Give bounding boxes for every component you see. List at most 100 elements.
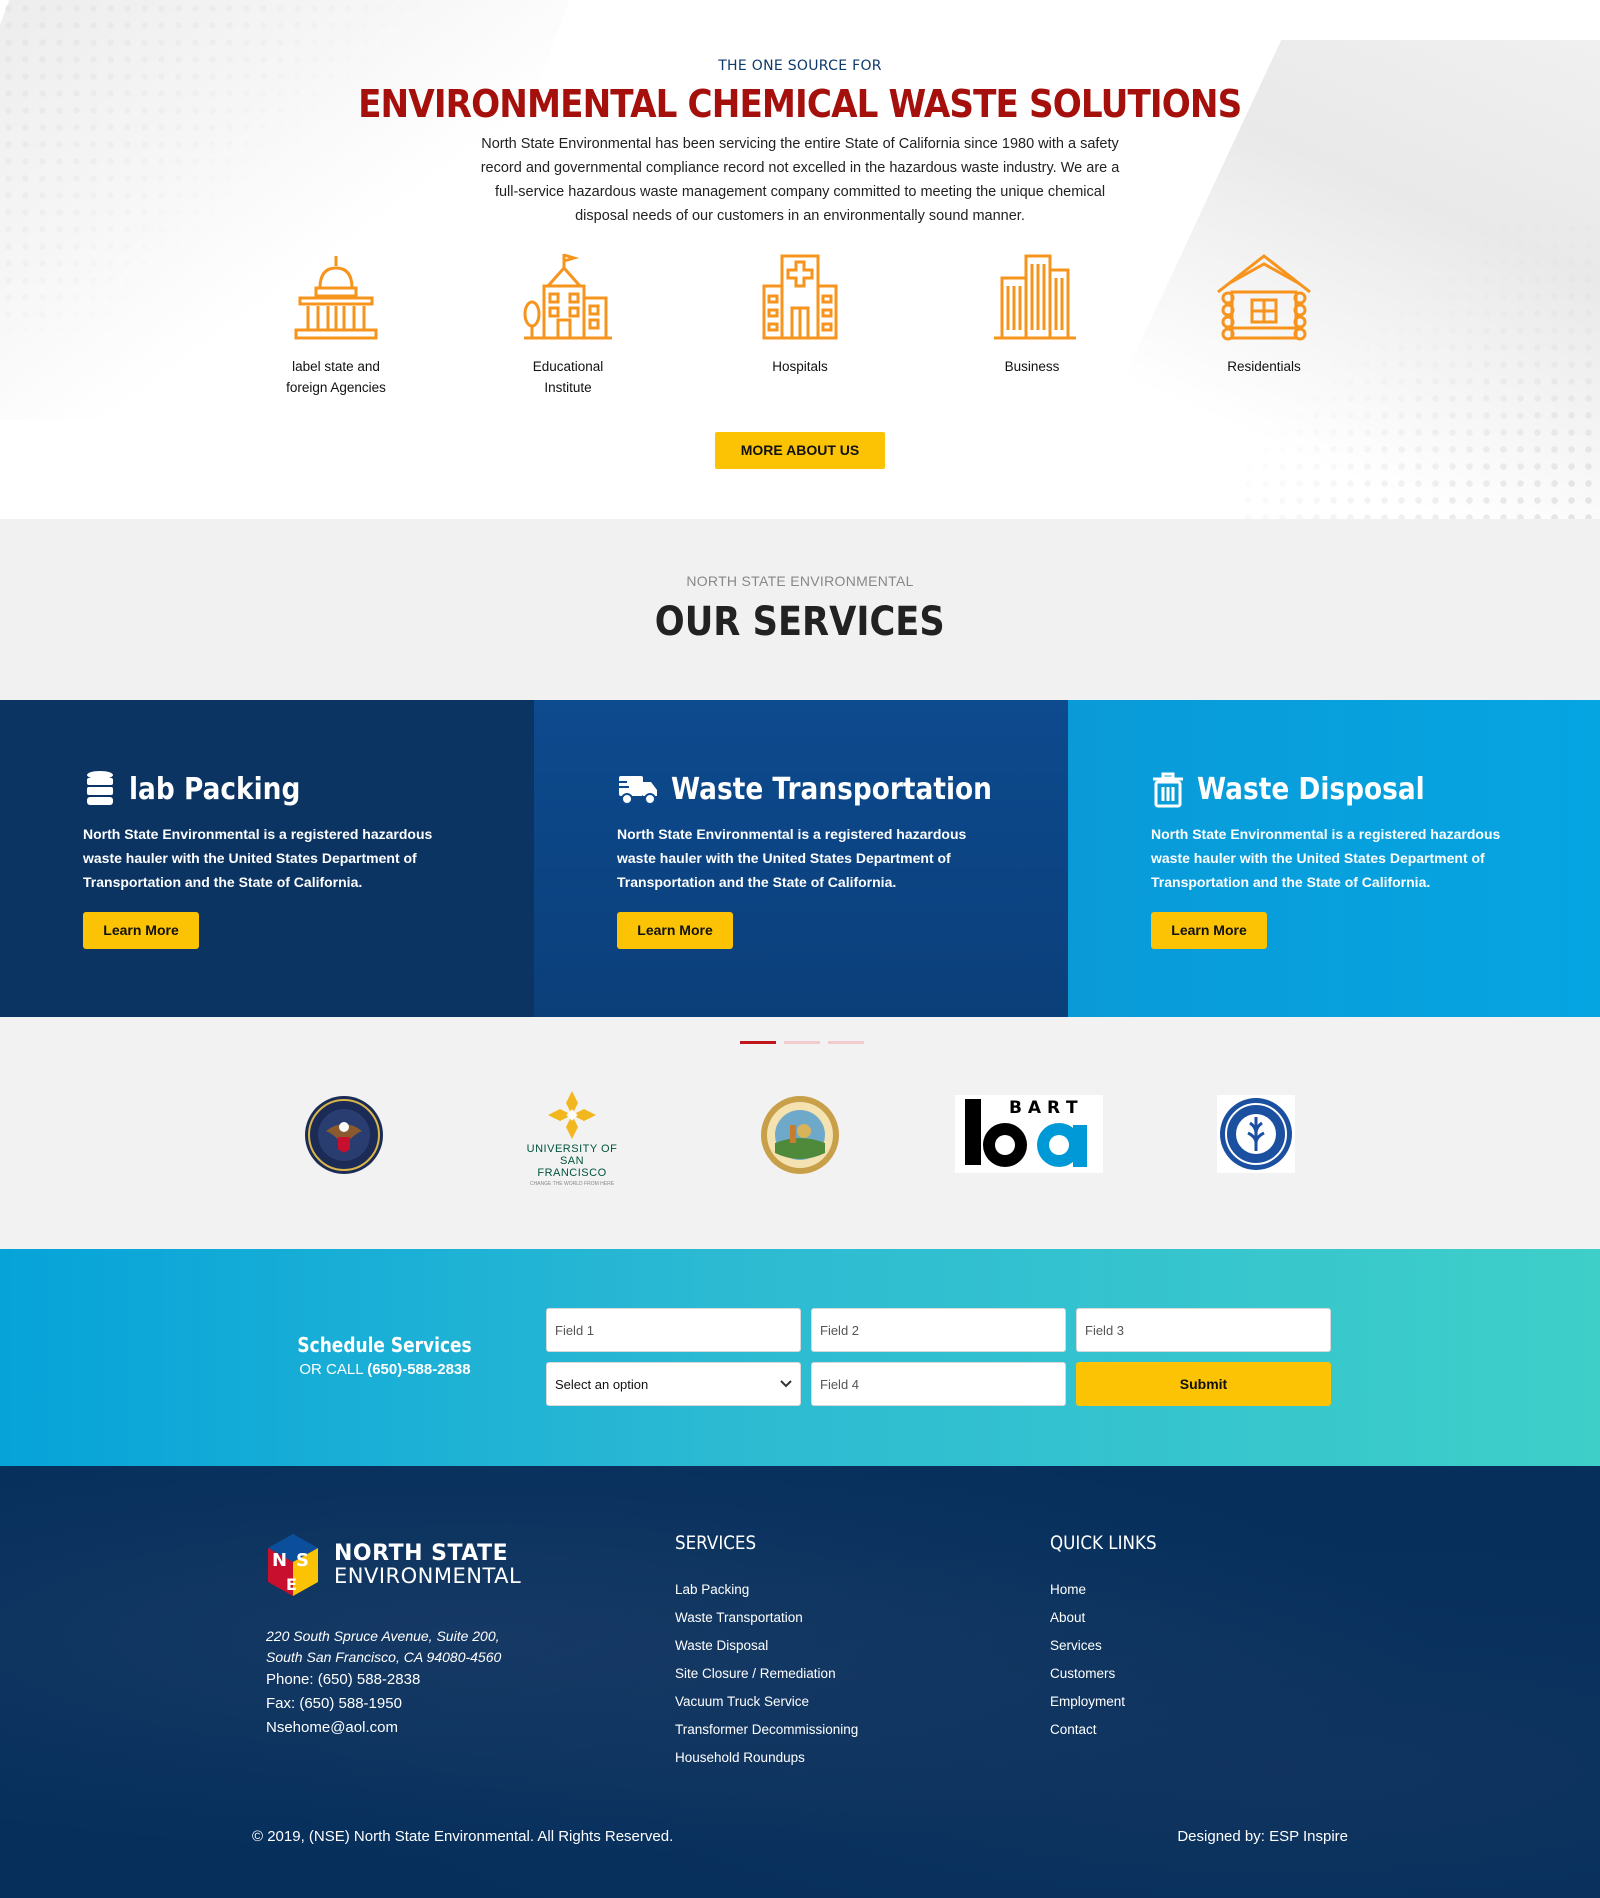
nse-hexagon-logo: N S E [268, 1534, 318, 1596]
footer-brand: N S E NORTH STATE ENVIRONMENTAL 220 Sout… [266, 1532, 521, 1740]
service-card-text: North State Environmental is a registere… [1151, 826, 1501, 890]
svg-text:S: S [296, 1550, 309, 1571]
service-card-title: Waste Disposal [1197, 771, 1425, 807]
service-card-title: Waste Transportation [671, 771, 992, 807]
field-4-input[interactable]: Field 4 [811, 1362, 1066, 1406]
learn-more-button[interactable]: Learn More [617, 912, 733, 949]
footer-services: SERVICES Lab Packing Waste Transportatio… [675, 1532, 858, 1772]
more-about-us-button[interactable]: MORE ABOUT US [715, 432, 885, 469]
industry-business: Business [916, 252, 1148, 398]
option-select[interactable]: Select an option [546, 1362, 801, 1406]
company-logo[interactable]: N S E NORTH STATE ENVIRONMENTAL [266, 1532, 521, 1598]
schedule-call: OR CALL (650)-588-2838 [250, 1361, 520, 1378]
services-heading: NORTH STATE ENVIRONMENTAL OUR SERVICES [0, 519, 1600, 700]
footer-service-link[interactable]: Waste Disposal [675, 1632, 858, 1660]
service-card-title: lab Packing [129, 771, 301, 807]
footer-phone[interactable]: Phone: (650) 588-2838 [266, 1668, 521, 1692]
footer-service-link[interactable]: Waste Transportation [675, 1604, 858, 1632]
schedule-form: Field 1 Field 2 Field 3 Select an option… [546, 1308, 1331, 1406]
address-line1: 220 South Spruce Avenue, Suite 200, [266, 1628, 500, 1644]
brand-line1: NORTH STATE [334, 1541, 509, 1566]
svg-text:E: E [286, 1575, 297, 1594]
services-eyebrow: NORTH STATE ENVIRONMENTAL [686, 573, 914, 589]
university-of-san-francisco-logo: UNIVERSITY OF SAN FRANCISCO CHANGE THE W… [526, 1089, 618, 1187]
field-3-input[interactable]: Field 3 [1076, 1308, 1331, 1352]
services-title: OUR SERVICES [655, 599, 945, 645]
select-value: Select an option [555, 1376, 649, 1392]
chevron-down-icon [780, 1380, 792, 1388]
trash-can-icon [1153, 772, 1183, 808]
field-2-input[interactable]: Field 2 [811, 1308, 1066, 1352]
industry-label: label state and foreign Agencies [286, 359, 386, 395]
industry-government: label state and foreign Agencies [220, 252, 452, 398]
footer-quick-link[interactable]: Services [1050, 1632, 1171, 1660]
field-1-input[interactable]: Field 1 [546, 1308, 801, 1352]
copyright: © 2019, (NSE) North State Environmental.… [252, 1828, 674, 1845]
footer-quick-link[interactable]: Home [1050, 1576, 1171, 1604]
intro-description: North State Environmental has been servi… [480, 136, 1120, 224]
service-card-lab-packing: lab Packing North State Environmental is… [0, 700, 534, 1017]
call-prefix: OR CALL [299, 1361, 364, 1378]
learn-more-button[interactable]: Learn More [1151, 912, 1267, 949]
footer-services-title: SERVICES [675, 1532, 757, 1554]
schedule-title: Schedule Services [297, 1333, 473, 1357]
carousel-pager [740, 1041, 864, 1044]
footer-fax: Fax: (650) 588-1950 [266, 1695, 402, 1712]
designer-credit[interactable]: Designed by: ESP Inspire [1177, 1828, 1348, 1845]
hospital-icon [762, 254, 838, 340]
usf-line2: SAN FRANCISCO [537, 1155, 607, 1179]
footer-quick-link[interactable]: Contact [1050, 1716, 1171, 1744]
industry-label: Residentials [1227, 359, 1301, 374]
site-footer: N S E NORTH STATE ENVIRONMENTAL 220 Sout… [0, 1466, 1600, 1898]
usf-tagline: CHANGE THE WORLD FROM HERE [529, 1181, 615, 1187]
service-card-text: North State Environmental is a registere… [83, 826, 433, 890]
submit-button[interactable]: Submit [1076, 1362, 1331, 1406]
footer-quick-link[interactable]: Customers [1050, 1660, 1171, 1688]
schedule-services: Schedule Services OR CALL (650)-588-2838… [0, 1249, 1600, 1466]
pager-dot[interactable] [784, 1041, 820, 1044]
veterans-affairs-seal [304, 1095, 384, 1180]
office-buildings-icon [994, 254, 1076, 340]
footer-service-link[interactable]: Transformer Decommissioning [675, 1716, 858, 1744]
footer-service-link[interactable]: Lab Packing [675, 1576, 858, 1604]
log-cabin-icon [1217, 254, 1311, 341]
industry-education: Educational Institute [452, 252, 684, 398]
pager-dot[interactable] [740, 1041, 776, 1044]
footer-email[interactable]: Nsehome@aol.com [266, 1716, 521, 1740]
schedule-phone-link[interactable]: (650)-588-2838 [367, 1361, 470, 1378]
address-line2: South San Francisco, CA 94080-4560 [266, 1649, 502, 1665]
capitol-building-icon [294, 256, 378, 340]
intro-title: ENVIRONMENTAL CHEMICAL WASTE SOLUTIONS [358, 82, 1242, 126]
footer-links-title: QUICK LINKS [1050, 1532, 1157, 1554]
industries-row: label state and foreign Agencies Educati… [0, 252, 1600, 398]
service-card-waste-disposal: Waste Disposal North State Environmental… [1068, 700, 1600, 1017]
footer-bottom-bar: © 2019, (NSE) North State Environmental.… [252, 1828, 1348, 1845]
service-card-waste-transportation: Waste Transportation North State Environ… [534, 700, 1068, 1017]
footer-quick-link[interactable]: About [1050, 1604, 1171, 1632]
industry-label: Hospitals [772, 359, 828, 374]
industry-hospitals: Hospitals [684, 252, 916, 398]
footer-quick-link[interactable]: Employment [1050, 1688, 1171, 1716]
bart-logo: B A R T [955, 1095, 1103, 1178]
service-card-text: North State Environmental is a registere… [617, 826, 967, 890]
industry-label: Educational Institute [532, 359, 604, 395]
footer-quick-links: QUICK LINKS Home About Services Customer… [1050, 1532, 1171, 1744]
svg-text:N: N [272, 1550, 287, 1571]
brand-line2: ENVIRONMENTAL [334, 1564, 522, 1588]
usf-line1: UNIVERSITY OF [526, 1143, 618, 1155]
school-building-icon [523, 253, 612, 340]
pager-dot[interactable] [828, 1041, 864, 1044]
service-cards: lab Packing North State Environmental is… [0, 700, 1600, 1017]
barrel-icon [87, 771, 113, 805]
footer-service-link[interactable]: Household Roundups [675, 1744, 858, 1772]
footer-service-link[interactable]: Vacuum Truck Service [675, 1688, 858, 1716]
bart-text: B A R T [1009, 1098, 1078, 1118]
industry-residentials: Residentials [1148, 252, 1380, 398]
learn-more-button[interactable]: Learn More [83, 912, 199, 949]
footer-service-link[interactable]: Site Closure / Remediation [675, 1660, 858, 1688]
great-seal-of-california [760, 1095, 840, 1180]
intro-section: THE ONE SOURCE FOR ENVIRONMENTAL CHEMICA… [0, 0, 1600, 519]
intro-eyebrow: THE ONE SOURCE FOR [718, 58, 882, 74]
client-logos: UNIVERSITY OF SAN FRANCISCO CHANGE THE W… [0, 1017, 1600, 1249]
industry-label: Business [1004, 359, 1060, 374]
